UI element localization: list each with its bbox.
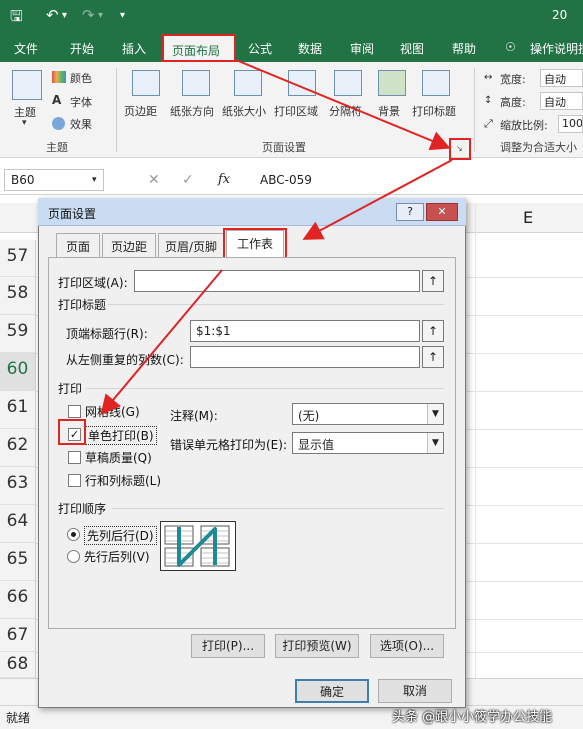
watermark: 头条 @跟小小筱学办公技能	[392, 710, 553, 725]
annotation-arrows	[100, 59, 453, 416]
